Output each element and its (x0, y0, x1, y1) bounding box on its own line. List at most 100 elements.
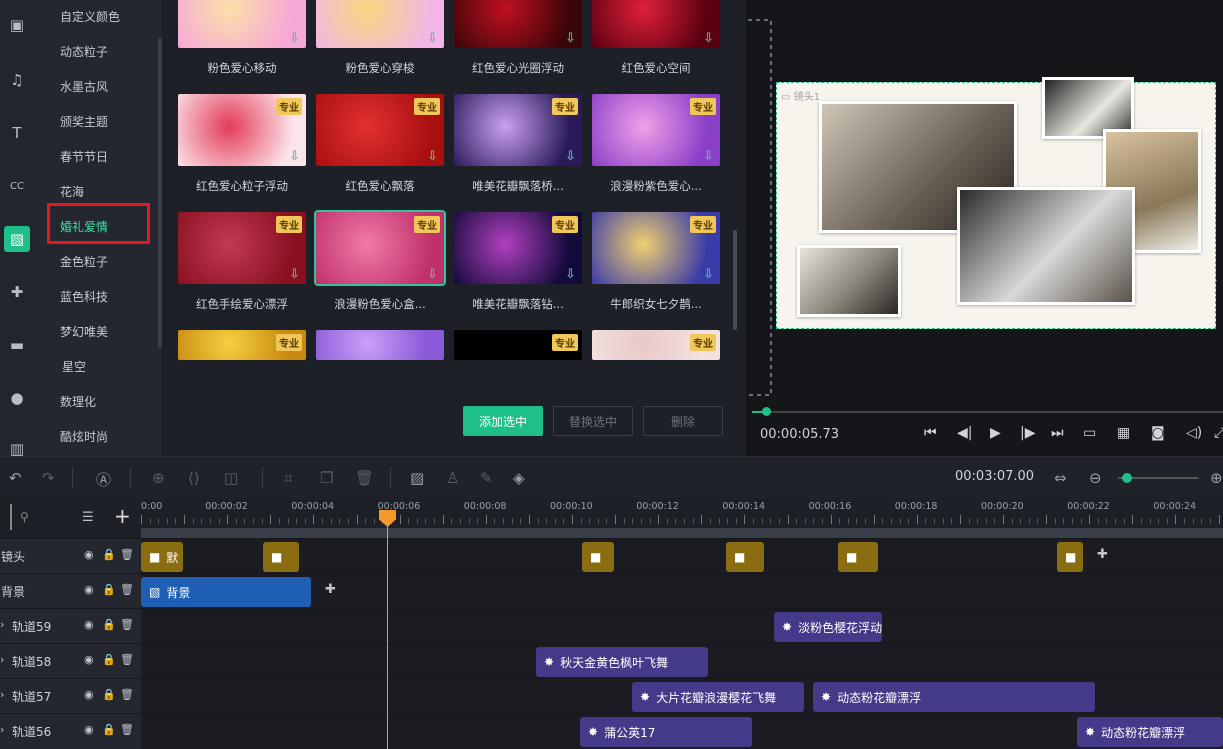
template-thumbnail[interactable]: ⇩ (454, 0, 582, 48)
category-item[interactable]: 梦幻唯美 (60, 323, 108, 340)
visibility-eye-icon[interactable]: ◉ (84, 618, 94, 631)
add-selected-button[interactable]: 添加选中 (463, 406, 543, 436)
visibility-eye-icon[interactable]: ◉ (84, 653, 94, 666)
category-item[interactable]: 金色粒子 (60, 253, 108, 270)
camera-clip[interactable]: ■ 默 (141, 542, 183, 572)
template-thumbnail[interactable]: 专业 ⇩ (314, 210, 446, 286)
download-icon[interactable]: ⇩ (703, 268, 716, 281)
track-header[interactable]: 背景 ◉ 🔒 🗑 (0, 574, 141, 609)
template-thumbnail[interactable]: 专业 (592, 330, 720, 360)
split-icon[interactable]: ◫ (224, 469, 238, 487)
snapshot-icon[interactable]: ◙ (1151, 425, 1165, 441)
track-header[interactable]: › 轨道58 ◉ 🔒 🗑 (0, 644, 141, 679)
camera-clip[interactable]: ■ (838, 542, 878, 572)
undo-icon[interactable]: ↶ (9, 469, 22, 487)
category-item[interactable]: 动态粒子 (60, 43, 108, 60)
playhead-line[interactable] (387, 510, 388, 749)
download-icon[interactable]: ⇩ (703, 150, 716, 163)
preview-progress-knob[interactable] (762, 407, 771, 416)
track-lane[interactable]: ■ 默 ■ ■ ■ ■ ■ ✚ (141, 539, 1223, 574)
play-icon[interactable]: ▶ (990, 425, 1001, 441)
replace-selected-button[interactable]: 替换选中 (553, 406, 633, 436)
category-item[interactable]: 水墨古风 (60, 78, 108, 95)
track-height-handle[interactable] (10, 504, 12, 530)
trash-icon[interactable]: 🗑 (120, 688, 134, 701)
background-icon[interactable]: ▧ (4, 226, 30, 252)
template-thumbnail[interactable] (316, 330, 444, 360)
visibility-eye-icon[interactable]: ◉ (84, 723, 94, 736)
image-edit-icon[interactable]: ▨ (410, 469, 424, 487)
screen-icon[interactable]: ▭ (1083, 425, 1096, 441)
camera-clip[interactable]: ■ (582, 542, 614, 572)
effect-clip[interactable]: ✸ 秋天金黄色枫叶飞舞 (536, 647, 708, 677)
skip-start-icon[interactable]: ⏮ (924, 425, 937, 441)
track-lane[interactable]: ▧ 背景 ✚ (141, 574, 1223, 609)
template-thumbnail[interactable]: 专业 ⇩ (454, 94, 582, 166)
download-icon[interactable]: ⇩ (289, 268, 302, 281)
effect-clip[interactable]: ✸ 动态粉花瓣漂浮 (813, 682, 1095, 712)
trash-icon[interactable]: 🗑 (120, 653, 134, 666)
zoom-slider-knob[interactable] (1122, 473, 1132, 483)
track-lane[interactable]: ✸ 大片花瓣浪漫樱花飞舞 ✸ 动态粉花瓣漂浮 (141, 679, 1223, 714)
category-item[interactable]: 自定义颜色 (60, 8, 120, 25)
lock-icon[interactable]: 🔒 (102, 618, 116, 631)
lock-icon[interactable]: 🔒 (102, 548, 116, 561)
category-item[interactable]: 星空 (62, 358, 86, 375)
background-clip[interactable]: ▧ 背景 (141, 577, 311, 607)
track-settings-icon[interactable]: ☰ (82, 510, 94, 525)
video-icon[interactable]: ▣ (4, 12, 30, 38)
category-item[interactable]: 蓝色科技 (60, 288, 108, 305)
zoom-in-icon[interactable]: ⊕ (1210, 469, 1223, 487)
template-thumbnail[interactable]: 专业 (178, 330, 306, 360)
music-icon[interactable]: ♫ (4, 67, 30, 93)
crop-icon[interactable]: ⌗ (284, 469, 292, 487)
download-icon[interactable]: ⇩ (427, 150, 440, 163)
copy-icon[interactable]: ❐ (320, 469, 333, 487)
text-icon[interactable]: T (4, 120, 30, 146)
expand-chevron-icon[interactable]: › (0, 688, 4, 701)
pen-icon[interactable]: ✎ (480, 469, 493, 487)
template-thumbnail[interactable]: 专业 ⇩ (178, 212, 306, 284)
trash-icon[interactable]: 🗑 (120, 723, 134, 736)
expand-chevron-icon[interactable]: › (0, 653, 4, 666)
download-icon[interactable]: ⇩ (427, 268, 440, 281)
zoom-out-icon[interactable]: ⊖ (1089, 469, 1102, 487)
add-keyframe-icon[interactable]: ✚ (325, 582, 336, 597)
stamp-icon[interactable]: ♙ (446, 469, 459, 487)
folder-icon[interactable]: ▬ (4, 332, 30, 358)
track-lane[interactable]: ✸ 蒲公英17 ✸ 动态粉花瓣漂浮 (141, 714, 1223, 749)
redo-icon[interactable]: ↷ (42, 469, 55, 487)
add-keyframe-icon[interactable]: ✚ (1097, 547, 1108, 562)
volume-icon[interactable]: ◁) (1186, 425, 1202, 441)
template-thumbnail[interactable]: 专业 ⇩ (592, 94, 720, 166)
lock-icon[interactable]: 🔒 (102, 583, 116, 596)
category-item[interactable]: 颁奖主题 (60, 113, 108, 130)
expand-chevron-icon[interactable]: › (0, 618, 4, 631)
visibility-eye-icon[interactable]: ◉ (84, 548, 94, 561)
plugin-icon[interactable]: ✚ (4, 279, 30, 305)
lock-icon[interactable]: 🔒 (102, 688, 116, 701)
lock-icon[interactable]: 🔒 (102, 653, 116, 666)
category-item[interactable]: 花海 (60, 183, 84, 200)
effect-clip[interactable]: ✸ 大片花瓣浪漫樱花飞舞 (632, 682, 804, 712)
grid-icon[interactable]: ▦ (1117, 425, 1130, 441)
target-icon[interactable]: ⊕ (152, 469, 165, 487)
fullscreen-icon[interactable]: ⤢ (1214, 425, 1223, 441)
download-icon[interactable]: ⇩ (289, 32, 302, 45)
caption-icon[interactable]: CC (4, 173, 30, 199)
track-lane[interactable]: ✸ 淡粉色樱花浮动 (141, 609, 1223, 644)
step-forward-icon[interactable]: |▶ (1020, 425, 1035, 441)
preview-canvas[interactable]: ▭ 镜头1 (776, 77, 1216, 329)
step-back-icon[interactable]: ◀| (957, 425, 972, 441)
character-icon[interactable]: ● (4, 385, 30, 411)
trash-icon[interactable]: 🗑 (120, 583, 134, 596)
template-thumbnail[interactable]: 专业 ⇩ (592, 212, 720, 284)
track-header[interactable]: › 轨道59 ◉ 🔒 🗑 (0, 609, 141, 644)
download-icon[interactable]: ⇩ (565, 268, 578, 281)
trash-icon[interactable]: 🗑 (120, 548, 134, 561)
template-thumbnail[interactable]: ⇩ (178, 0, 306, 48)
download-icon[interactable]: ⇩ (565, 150, 578, 163)
track-header[interactable]: › 轨道56 ◉ 🔒 🗑 (0, 714, 141, 749)
template-thumbnail[interactable]: 专业 (454, 330, 582, 360)
add-track-icon[interactable]: + (114, 504, 131, 528)
